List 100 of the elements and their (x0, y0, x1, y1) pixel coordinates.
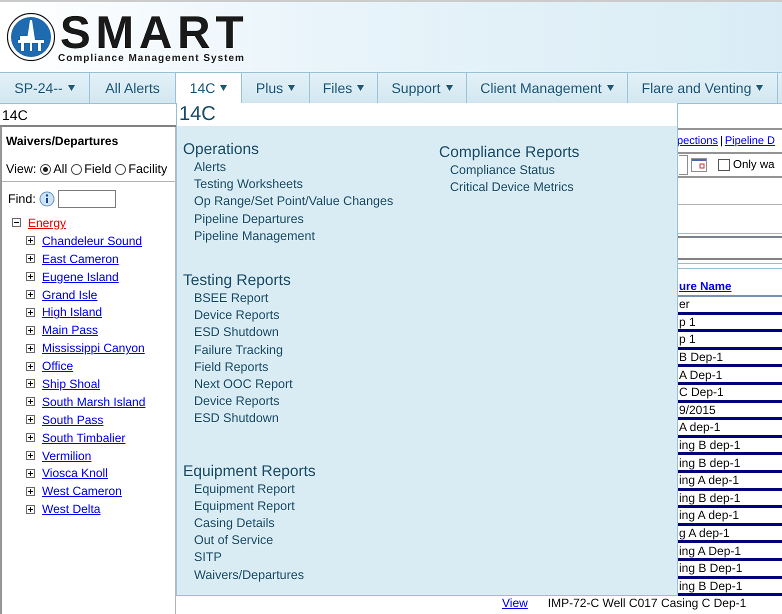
menu-item[interactable]: ESD Shutdown (183, 410, 279, 428)
expand-icon[interactable] (26, 451, 35, 460)
menu-item[interactable]: Field Reports (183, 358, 268, 376)
tree-link[interactable]: Grand Isle (42, 288, 98, 302)
menu-item[interactable]: Op Range/Set Point/Value Changes (183, 193, 394, 211)
menu-item[interactable]: Device Reports (183, 307, 280, 324)
tree-link[interactable]: Ship Shoal (42, 376, 100, 391)
caret-icon (446, 85, 453, 91)
column-header[interactable]: ure Name (679, 281, 732, 293)
tree-link[interactable]: West Delta (42, 502, 100, 516)
tree-link[interactable]: Viosca Knoll (42, 466, 108, 480)
expand-icon[interactable] (26, 362, 35, 371)
table-cell: er (679, 297, 690, 312)
menu-item[interactable]: Equipment Report (183, 498, 295, 516)
tree-link[interactable]: High Island (42, 305, 102, 320)
table-cell: IMP-72-C Well C017 Casing C Dep-1 (548, 596, 746, 610)
menu-item[interactable]: Pipeline Management (183, 228, 315, 246)
menu-item[interactable]: Casing Details (183, 515, 275, 532)
radio-button[interactable] (115, 164, 126, 174)
nav-tab[interactable]: 14C (176, 73, 242, 103)
menu-item[interactable]: Alerts (183, 159, 226, 176)
table-cell: ing B dep-1 (679, 490, 740, 505)
expand-icon[interactable] (26, 254, 35, 264)
find-field[interactable] (58, 190, 116, 208)
caret-icon (756, 85, 764, 91)
tree-link[interactable]: Eugene Island (42, 270, 119, 284)
checkbox[interactable] (718, 159, 730, 171)
menu-item[interactable]: SITP (183, 549, 222, 567)
table-cell: A dep-1 (679, 420, 720, 434)
tree-link[interactable]: Vermilion (42, 448, 92, 463)
expand-icon[interactable] (26, 290, 35, 299)
menu-item[interactable]: Testing Worksheets (183, 176, 303, 194)
table-cell: p 1 (679, 332, 696, 346)
expand-icon[interactable] (26, 308, 35, 317)
menu-item[interactable]: BSEE Report (183, 290, 268, 308)
find-label: Find: (8, 192, 36, 206)
view-link[interactable]: View (502, 596, 528, 610)
menu-heading: Testing Reports (183, 271, 291, 290)
table-cell: ing A dep-1 (679, 508, 740, 522)
menu-item[interactable]: Failure Tracking (183, 342, 283, 359)
date-field[interactable] (679, 155, 688, 175)
nav-tab[interactable]: SP-24-- (0, 73, 90, 103)
table-cell: g A dep-1 (679, 526, 730, 540)
table-cell: ing B Dep-1 (679, 578, 742, 593)
menu-item[interactable]: Pipeline Departures (183, 210, 304, 228)
oil-platform-logo-icon (6, 12, 56, 62)
menu-item[interactable]: Critical Device Metrics (439, 179, 574, 196)
expand-icon[interactable] (26, 415, 35, 424)
tree-link[interactable]: South Pass (42, 412, 104, 427)
expand-icon[interactable] (26, 504, 35, 514)
menu-heading: Compliance Reports (439, 143, 580, 162)
caret-icon (68, 85, 75, 91)
expand-icon[interactable] (26, 397, 35, 406)
info-icon[interactable] (38, 191, 55, 207)
expand-icon[interactable] (26, 486, 35, 496)
caret-icon (357, 85, 364, 91)
view-label: View: (6, 162, 36, 176)
menu-item[interactable]: Equipment Report (183, 480, 295, 498)
expand-icon[interactable] (26, 468, 35, 478)
radio-label: Facility (128, 162, 168, 176)
logo-title: SMART (60, 10, 249, 52)
tree-link[interactable]: South Marsh Island (42, 394, 146, 409)
tree-link[interactable]: Office (42, 359, 74, 374)
menu-item[interactable]: Compliance Status (439, 162, 555, 180)
menu-item[interactable]: Out of Service (183, 532, 274, 550)
menu-heading: Operations (183, 140, 259, 159)
link[interactable]: pections (677, 135, 718, 147)
table-cell: C Dep-1 (679, 385, 724, 400)
table-cell: B Dep-1 (679, 350, 724, 364)
table-cell: A Dep-1 (679, 368, 722, 382)
tree-link[interactable]: Chandeleur Sound (42, 234, 142, 248)
radio-label: All (53, 162, 68, 176)
table-cell: ing B Dep-1 (679, 561, 742, 576)
calendar-icon[interactable] (691, 158, 707, 172)
table-cell: ing A Dep-1 (679, 544, 742, 558)
expand-icon[interactable] (26, 236, 35, 246)
radio-button[interactable] (71, 164, 82, 174)
tree-link[interactable]: East Cameron (42, 252, 119, 266)
radio-button[interactable] (40, 164, 52, 174)
radio-label: Field (84, 162, 112, 176)
table-cell: ing B dep-1 (679, 438, 740, 452)
collapse-icon[interactable] (12, 218, 21, 228)
tree-link[interactable]: West Cameron (42, 484, 122, 498)
table-cell: ing B dep-1 (679, 456, 740, 470)
expand-icon[interactable] (26, 326, 35, 335)
table-cell: ing A dep-1 (679, 473, 740, 488)
tree-link[interactable]: South Timbalier (42, 430, 126, 445)
expand-icon[interactable] (26, 433, 35, 442)
checkbox-label: Only wa (733, 159, 775, 171)
tree-link[interactable]: Energy (28, 216, 66, 230)
menu-item[interactable]: Next OOC Report (183, 376, 293, 394)
tree-link[interactable]: Main Pass (42, 323, 98, 338)
expand-icon[interactable] (26, 344, 35, 353)
expand-icon[interactable] (26, 272, 35, 282)
menu-item[interactable]: Device Reports (183, 393, 280, 410)
menu-item[interactable]: ESD Shutdown (183, 324, 279, 342)
tree-link[interactable]: Mississippi Canyon (42, 341, 145, 356)
expand-icon[interactable] (26, 379, 35, 388)
menu-item[interactable]: Waivers/Departures (183, 566, 304, 584)
link[interactable]: Pipeline D (724, 135, 775, 147)
